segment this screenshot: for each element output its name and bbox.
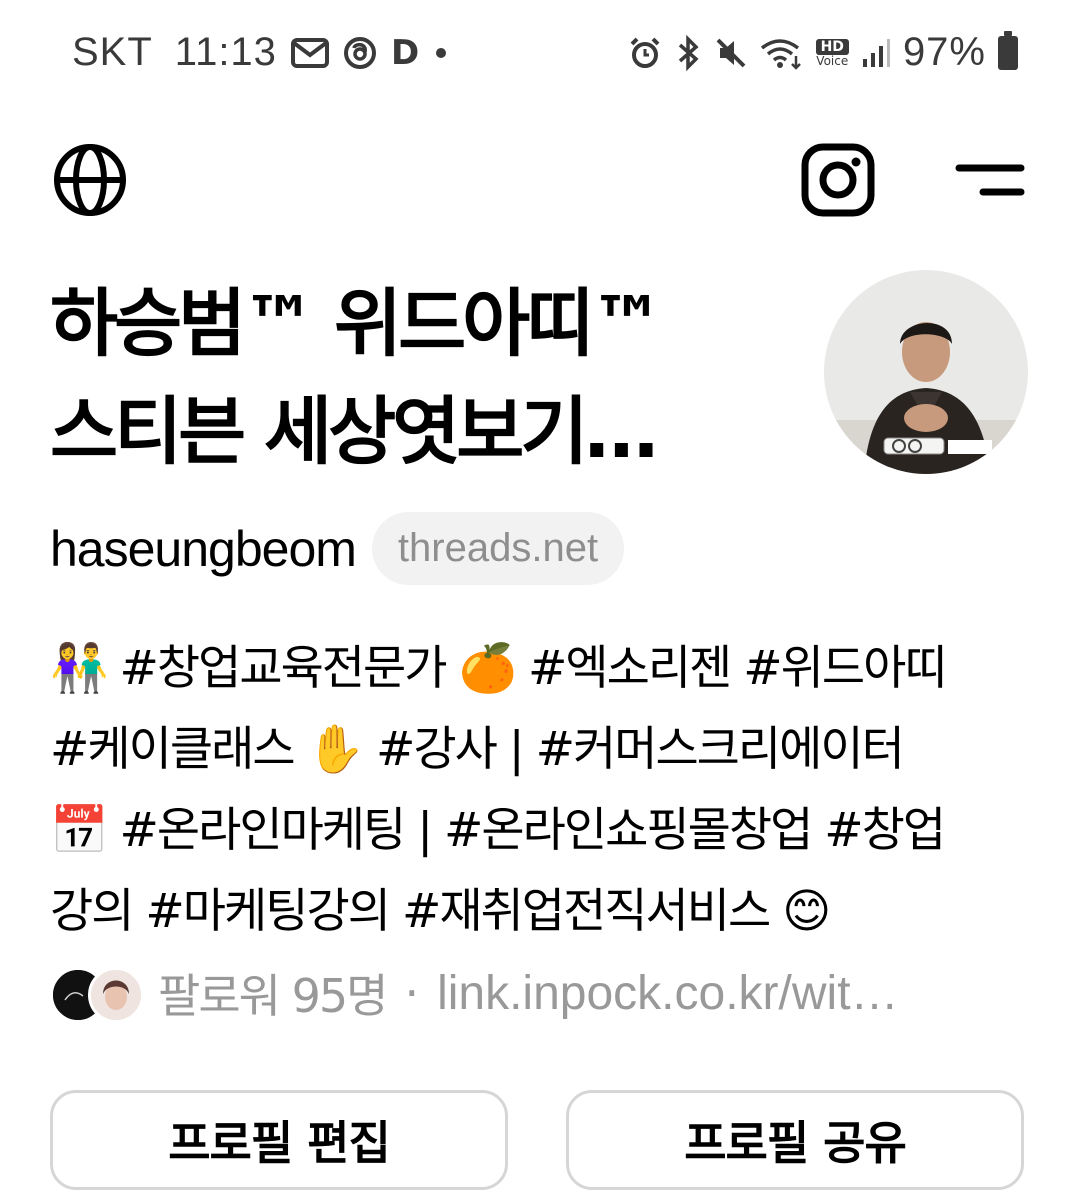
username: haseungbeom <box>50 520 357 577</box>
handle-row: haseungbeom threads.net <box>50 512 625 585</box>
profile-name-line1: 하승범™ 위드아띠™ <box>50 281 664 367</box>
profile-avatar[interactable] <box>824 270 1028 474</box>
hd-voice-top: HD <box>815 38 849 55</box>
bio-line-2: #케이클래스 ✋ #강사 | #커머스크리에이터 <box>50 709 1040 790</box>
alarm-icon <box>628 36 662 70</box>
tangerine-emoji: 🍊 <box>458 641 517 696</box>
bio-text: #온라인마케팅 | #온라인쇼핑몰창업 #창업 <box>106 803 946 858</box>
battery-percent: 97% <box>902 30 986 74</box>
carrier: SKT <box>72 30 153 74</box>
smile-emoji: 😊 <box>782 884 831 939</box>
bio-text: #엑소리젠 #위드아띠 <box>515 641 948 696</box>
mute-icon <box>714 36 748 70</box>
wifi-icon <box>760 36 804 70</box>
raised-hand-emoji: ✋ <box>306 722 366 777</box>
menu-icon <box>955 164 1025 196</box>
bluetooth-icon <box>674 34 702 71</box>
couple-emoji: 👫 <box>50 641 109 696</box>
status-bar: SKT 11:13 D HD Voice 97% <box>0 0 1080 110</box>
clock: 11:13 <box>174 30 277 74</box>
d-app-icon: D <box>391 33 419 73</box>
status-left: SKT 11:13 D <box>72 30 449 75</box>
mail-icon <box>290 37 329 68</box>
status-right: HD Voice 97% <box>628 30 1018 75</box>
threads-domain-badge[interactable]: threads.net <box>371 512 625 585</box>
signal-icon <box>861 37 891 69</box>
hd-voice-icon: HD Voice <box>815 38 849 68</box>
instagram-button[interactable] <box>798 140 878 220</box>
threads-icon <box>343 35 377 71</box>
bio: 👫 #창업교육전문가 🍊 #엑소리젠 #위드아띠 #케이클래스 ✋ #강사 | … <box>50 628 1040 952</box>
bio-line-4: 강의 #마케팅강의 #재취업전직서비스 😊 <box>50 871 1040 952</box>
hd-voice-bottom: Voice <box>816 53 849 68</box>
follower-avatar-2 <box>88 967 144 1023</box>
bio-line-3: 📅 #온라인마케팅 | #온라인쇼핑몰창업 #창업 <box>50 790 1040 871</box>
calendar-emoji: 📅 <box>50 803 109 858</box>
menu-button[interactable] <box>950 140 1030 220</box>
edit-profile-button[interactable]: 프로필 편집 <box>50 1090 508 1190</box>
follower-row: 팔로워 95명 · link.inpock.co.kr/wit… <box>50 960 1030 1026</box>
bio-line-1: 👫 #창업교육전문가 🍊 #엑소리젠 #위드아띠 <box>50 628 1040 709</box>
bio-text: #강사 | #커머스크리에이터 <box>363 722 905 777</box>
profile-name: 하승범™ 위드아띠™ 스티븐 세상엿보기… <box>50 270 770 486</box>
bio-link[interactable]: link.inpock.co.kr/wit… <box>437 966 898 1021</box>
more-notifications-dot <box>433 45 449 61</box>
globe-button[interactable] <box>50 140 130 220</box>
follower-count[interactable]: 팔로워 95명 <box>158 960 388 1026</box>
follower-avatars[interactable] <box>50 967 144 1023</box>
bio-text: #창업교육전문가 <box>106 641 459 696</box>
d-badge-letter: D <box>390 32 420 73</box>
share-profile-button[interactable]: 프로필 공유 <box>566 1090 1024 1190</box>
separator-dot: · <box>404 966 420 1020</box>
bio-text: #케이클래스 <box>50 722 307 777</box>
battery-icon <box>998 30 1018 70</box>
bio-text: 강의 #마케팅강의 #재취업전직서비스 <box>50 884 783 939</box>
globe-icon <box>54 144 126 216</box>
top-nav <box>0 140 1080 230</box>
profile-photo <box>824 270 1028 474</box>
instagram-icon <box>801 143 875 217</box>
profile-name-line2: 스티븐 세상엿보기… <box>50 389 658 475</box>
